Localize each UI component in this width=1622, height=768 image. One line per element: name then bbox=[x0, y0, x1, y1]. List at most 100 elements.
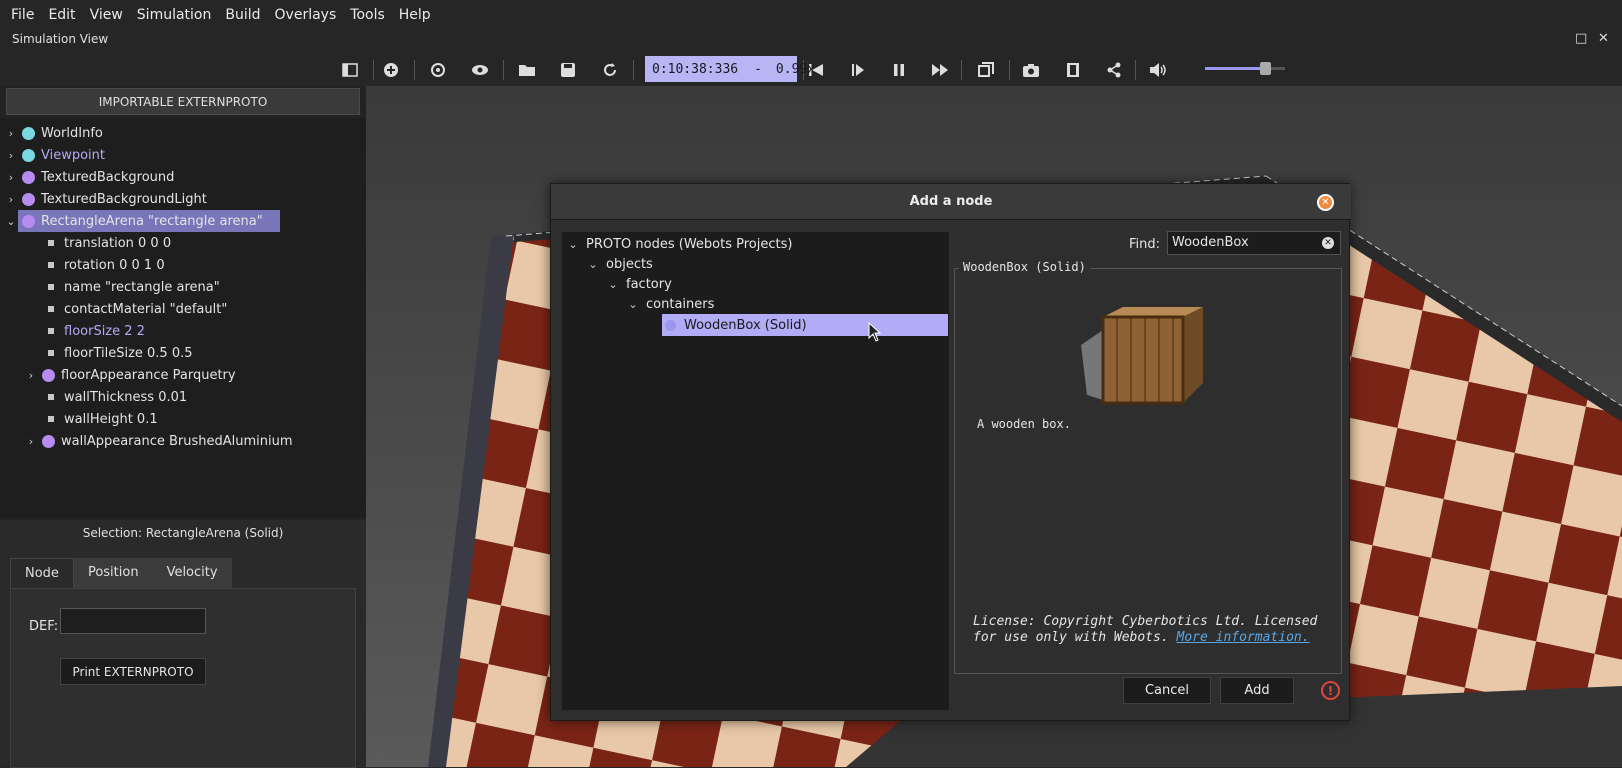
toggle-scene-tree-icon[interactable] bbox=[339, 59, 361, 81]
menu-bar: File Edit View Simulation Build Overlays… bbox=[0, 0, 1622, 30]
tab-position[interactable]: Position bbox=[73, 558, 153, 588]
collapse-arrow-icon[interactable]: ⌄ bbox=[586, 258, 600, 271]
reload-world-icon[interactable] bbox=[599, 59, 621, 81]
step-icon[interactable] bbox=[847, 59, 869, 81]
volume-slider[interactable] bbox=[1205, 62, 1285, 75]
tree-item-texturedbackgroundlight[interactable]: › TexturedBackgroundLight bbox=[4, 188, 207, 210]
menu-build[interactable]: Build bbox=[218, 7, 267, 23]
field-floortilesize[interactable]: floorTileSize 0.5 0.5 bbox=[44, 342, 193, 364]
field-label: wallHeight 0.1 bbox=[64, 411, 158, 427]
collapse-arrow-icon[interactable]: ⌄ bbox=[626, 298, 640, 311]
tree-item-viewpoint[interactable]: › Viewpoint bbox=[4, 144, 105, 166]
field-translation[interactable]: translation 0 0 0 bbox=[44, 232, 171, 254]
screenshot-icon[interactable] bbox=[1020, 59, 1042, 81]
menu-tools[interactable]: Tools bbox=[343, 7, 392, 23]
field-name[interactable]: name "rectangle arena" bbox=[44, 276, 220, 298]
expand-arrow-icon[interactable]: › bbox=[4, 127, 18, 140]
field-bullet-icon bbox=[48, 306, 54, 312]
expand-arrow-icon[interactable]: › bbox=[24, 435, 38, 448]
movie-icon[interactable] bbox=[1062, 59, 1084, 81]
print-externproto-button[interactable]: Print EXTERNPROTO bbox=[60, 658, 206, 685]
expand-arrow-icon[interactable]: › bbox=[24, 369, 38, 382]
field-contactmaterial[interactable]: contactMaterial "default" bbox=[44, 298, 227, 320]
node-icon bbox=[22, 170, 35, 184]
more-information-link[interactable]: More information. bbox=[1177, 630, 1310, 645]
tree-item-rectanglearena[interactable]: ⌄ RectangleArena "rectangle arena" bbox=[4, 210, 284, 232]
proto-tree-factory[interactable]: ⌄ factory bbox=[606, 274, 671, 294]
close-icon[interactable]: ✕ bbox=[1598, 31, 1609, 46]
node-icon bbox=[42, 434, 55, 448]
collapse-arrow-icon[interactable]: ⌄ bbox=[606, 278, 620, 291]
menu-view[interactable]: View bbox=[83, 7, 130, 23]
tree-item-texturedbackground[interactable]: › TexturedBackground bbox=[4, 166, 175, 188]
field-wallappearance[interactable]: › wallAppearance BrushedAluminium bbox=[24, 430, 293, 452]
left-pane: IMPORTABLE EXTERNPROTO › WorldInfo › Viewp… bbox=[0, 86, 366, 768]
save-world-icon[interactable] bbox=[557, 59, 579, 81]
maximize-icon[interactable]: □ bbox=[1575, 31, 1587, 46]
node-icon bbox=[22, 214, 35, 228]
menu-simulation[interactable]: Simulation bbox=[130, 7, 219, 23]
menu-file[interactable]: File bbox=[4, 7, 41, 23]
field-bullet-icon bbox=[48, 328, 54, 334]
field-label: floorTileSize 0.5 0.5 bbox=[64, 345, 193, 361]
proto-tree-root[interactable]: ⌄ PROTO nodes (Webots Projects) bbox=[566, 234, 792, 254]
volume-icon[interactable] bbox=[1147, 59, 1169, 81]
field-label: name "rectangle arena" bbox=[64, 279, 220, 295]
proto-tree-containers[interactable]: ⌄ containers bbox=[626, 294, 714, 314]
view-title: Simulation View bbox=[12, 32, 109, 46]
field-label: translation 0 0 0 bbox=[64, 235, 172, 251]
tree-item-label: WoodenBox (Solid) bbox=[684, 317, 807, 333]
expand-arrow-icon[interactable]: › bbox=[4, 193, 18, 206]
time-separator: - bbox=[754, 61, 762, 77]
collapse-arrow-icon[interactable]: ⌄ bbox=[4, 215, 18, 228]
add-node-dialog: Add a node ✕ ⌄ PROTO nodes (Webots Projec… bbox=[550, 183, 1351, 721]
add-button[interactable]: Add bbox=[1220, 677, 1294, 704]
node-icon bbox=[22, 148, 35, 162]
importable-externproto-button[interactable]: IMPORTABLE EXTERNPROTO bbox=[6, 88, 360, 115]
warning-icon[interactable]: ! bbox=[1321, 681, 1340, 700]
tree-item-label: TexturedBackgroundLight bbox=[41, 191, 207, 207]
field-label: wallAppearance BrushedAluminium bbox=[61, 433, 293, 449]
menu-help[interactable]: Help bbox=[392, 7, 438, 23]
tree-item-worldinfo[interactable]: › WorldInfo bbox=[4, 122, 103, 144]
share-icon[interactable] bbox=[1103, 59, 1125, 81]
menu-overlays[interactable]: Overlays bbox=[268, 7, 344, 23]
add-node-icon[interactable] bbox=[380, 59, 402, 81]
clear-search-icon[interactable]: ✕ bbox=[1322, 237, 1334, 249]
eye-icon[interactable] bbox=[469, 59, 491, 81]
simulation-time-display: 0:10:38:336 - 0.99x bbox=[645, 56, 815, 82]
field-floorsize[interactable]: floorSize 2 2 bbox=[44, 320, 145, 342]
proto-tree-woodenbox[interactable]: WoodenBox (Solid) bbox=[662, 314, 948, 336]
volume-slider-handle[interactable] bbox=[1260, 62, 1271, 75]
tab-node[interactable]: Node bbox=[10, 558, 74, 588]
field-label: wallThickness 0.01 bbox=[64, 389, 188, 405]
selected-node[interactable]: RectangleArena "rectangle arena" bbox=[18, 210, 280, 232]
node-icon bbox=[665, 319, 676, 331]
field-bullet-icon bbox=[48, 416, 54, 422]
dialog-close-icon[interactable]: ✕ bbox=[1317, 194, 1334, 211]
field-floorappearance[interactable]: › floorAppearance Parquetry bbox=[24, 364, 236, 386]
fast-forward-icon[interactable] bbox=[929, 59, 951, 81]
expand-arrow-icon[interactable]: › bbox=[4, 171, 18, 184]
scene-tree: › WorldInfo › Viewpoint › TexturedBackgroun… bbox=[0, 118, 366, 518]
collapse-arrow-icon[interactable]: ⌄ bbox=[566, 238, 580, 251]
field-wallthickness[interactable]: wallThickness 0.01 bbox=[44, 386, 187, 408]
proto-tree-objects[interactable]: ⌄ objects bbox=[586, 254, 652, 274]
tab-velocity[interactable]: Velocity bbox=[152, 558, 232, 588]
field-wallheight[interactable]: wallHeight 0.1 bbox=[44, 408, 158, 430]
pause-icon[interactable] bbox=[888, 59, 910, 81]
view-title-bar: Simulation View □ ✕ bbox=[0, 30, 1622, 52]
find-input[interactable]: WoodenBox ✕ bbox=[1167, 231, 1341, 255]
menu-edit[interactable]: Edit bbox=[41, 7, 82, 23]
field-label: rotation 0 0 1 0 bbox=[64, 257, 165, 273]
rendering-icon[interactable] bbox=[975, 59, 997, 81]
open-world-icon[interactable] bbox=[516, 59, 538, 81]
cancel-button[interactable]: Cancel bbox=[1123, 677, 1211, 704]
tree-item-label: TexturedBackground bbox=[41, 169, 175, 185]
reset-view-icon[interactable] bbox=[427, 59, 449, 81]
proto-tree: ⌄ PROTO nodes (Webots Projects) ⌄ objects … bbox=[562, 232, 949, 710]
field-editor-tabs: Node Position Velocity bbox=[10, 558, 232, 588]
field-rotation[interactable]: rotation 0 0 1 0 bbox=[44, 254, 165, 276]
expand-arrow-icon[interactable]: › bbox=[4, 149, 18, 162]
def-input[interactable] bbox=[60, 608, 206, 634]
